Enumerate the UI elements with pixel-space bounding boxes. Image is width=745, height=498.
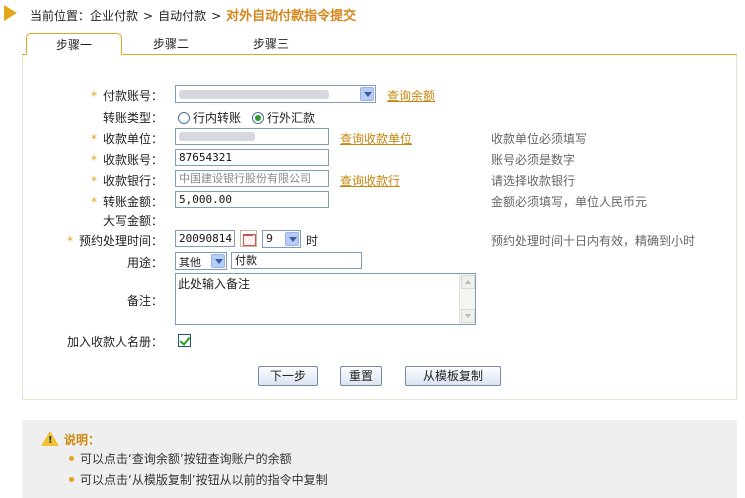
payee-bank-input[interactable]: 中国建设银行股份有限公司 — [175, 170, 329, 187]
hour-value: 9 — [266, 232, 273, 245]
chevron-down-icon[interactable] — [211, 254, 225, 268]
row-amount: * 转账金额： 5,000.00 金额必须填写，单位人民币元 — [0, 191, 745, 211]
row-payer-account: * 付款账号： 查询余额 — [0, 85, 745, 105]
breadcrumb-prefix: 当前位置： — [30, 9, 91, 23]
payer-account-select[interactable] — [175, 85, 376, 103]
breadcrumb-arrow-icon — [4, 5, 17, 21]
row-schedule: * 预约处理时间： 20090814 9 时 预约处理时间十日内有效，精确到小时 — [0, 230, 745, 250]
tab-step-1[interactable]: 步骤一 — [26, 33, 122, 55]
radio-internal-label: 行内转账 — [193, 111, 242, 125]
note-item: 可以点击‘查询余额’按钮查询账户的余额 — [69, 450, 292, 467]
scroll-down-icon[interactable] — [461, 309, 475, 323]
payee-name-label: 收款单位： — [102, 132, 163, 146]
scroll-up-icon[interactable] — [461, 275, 475, 289]
tab-step-3[interactable]: 步骤三 — [240, 33, 302, 55]
row-payee-account: * 收款账号： 87654321 账号必须是数字 — [0, 149, 745, 169]
warning-icon: ! — [41, 431, 59, 446]
note-text: 可以点击‘从模版复制’按钮从以前的指令中复制 — [80, 473, 328, 487]
payee-name-input[interactable] — [175, 128, 329, 145]
copy-from-template-button[interactable]: 从模板复制 — [405, 366, 501, 386]
payee-bank-hint: 请选择收款银行 — [491, 174, 576, 188]
page-title: 对外自动付款指令提交 — [226, 9, 357, 24]
note-item: 可以点击‘从模版复制’按钮从以前的指令中复制 — [69, 471, 328, 488]
row-payee-name: * 收款单位： 查询收款单位 收款单位必须填写 — [0, 128, 745, 148]
row-transfer-type: 转账类型： 行内转账 行外汇款 — [0, 107, 745, 127]
add-payee-label: 加入收款人名册： — [66, 335, 163, 349]
row-amount-upper: 大写金额： — [0, 210, 745, 230]
tab-step-2[interactable]: 步骤二 — [140, 33, 202, 55]
remark-textarea[interactable]: 此处输入备注 — [175, 273, 476, 325]
step-tabs: 步骤一 步骤二 步骤三 — [22, 33, 737, 55]
required-marker: * — [90, 153, 97, 167]
add-payee-checkbox[interactable] — [178, 334, 191, 347]
chevron-down-icon[interactable] — [285, 232, 299, 246]
schedule-label: 预约处理时间： — [78, 234, 163, 248]
payee-account-input[interactable]: 87654321 — [175, 149, 329, 166]
breadcrumb-separator: > — [211, 9, 222, 23]
required-marker: * — [90, 132, 97, 146]
bullet-icon — [69, 477, 74, 482]
query-payee-link[interactable]: 查询收款单位 — [340, 130, 412, 147]
required-marker: * — [90, 195, 97, 209]
transfer-type-label: 转账类型： — [102, 111, 163, 125]
blurred-account-value — [179, 90, 329, 99]
radio-button-selected[interactable] — [252, 112, 264, 124]
amount-hint: 金额必须填写，单位人民币元 — [491, 195, 648, 209]
required-marker: * — [66, 234, 73, 248]
payer-account-label: 付款账号： — [102, 89, 163, 103]
remark-label: 备注： — [126, 294, 163, 308]
radio-external-remittance[interactable]: 行外汇款 — [252, 109, 315, 126]
row-purpose: 用途： 其他 付款 — [0, 252, 745, 272]
blurred-payee-name — [179, 132, 255, 141]
notes-box: ! 说明： 可以点击‘查询余额’按钮查询账户的余额 可以点击‘从模版复制’按钮从… — [22, 420, 737, 498]
check-balance-link[interactable]: 查询余额 — [387, 87, 435, 104]
payee-account-label: 收款账号： — [102, 153, 163, 167]
radio-external-label: 行外汇款 — [267, 111, 316, 125]
radio-internal-transfer[interactable]: 行内转账 — [178, 109, 241, 126]
schedule-hour-select[interactable]: 9 — [262, 230, 301, 248]
payee-name-hint: 收款单位必须填写 — [491, 132, 588, 146]
note-text: 可以点击‘查询余额’按钮查询账户的余额 — [80, 452, 292, 466]
breadcrumb: 当前位置：企业付款 > 自动付款 > 对外自动付款指令提交 — [0, 0, 745, 26]
breadcrumb-separator: > — [143, 9, 154, 23]
schedule-hint: 预约处理时间十日内有效，精确到小时 — [491, 234, 696, 248]
purpose-select[interactable]: 其他 — [175, 252, 227, 270]
notes-title: 说明： — [64, 433, 101, 447]
purpose-select-value: 其他 — [179, 256, 201, 269]
purpose-label: 用途： — [126, 256, 163, 270]
schedule-date-input[interactable]: 20090814 — [175, 230, 235, 247]
query-payee-bank-link[interactable]: 查询收款行 — [340, 172, 400, 189]
next-step-button[interactable]: 下一步 — [258, 366, 318, 386]
breadcrumb-item-enterprise-payment[interactable]: 企业付款 — [90, 9, 138, 23]
payee-bank-label: 收款银行： — [102, 174, 163, 188]
payee-account-hint: 账号必须是数字 — [491, 153, 576, 167]
calendar-icon[interactable] — [240, 230, 257, 247]
required-marker: * — [90, 89, 97, 103]
radio-button[interactable] — [178, 112, 190, 124]
hour-unit: 时 — [306, 234, 319, 248]
chevron-down-icon[interactable] — [360, 87, 374, 101]
breadcrumb-item-auto-payment[interactable]: 自动付款 — [158, 9, 206, 23]
amount-label: 转账金额： — [102, 195, 163, 209]
amount-upper-label: 大写金额： — [102, 214, 163, 228]
purpose-input[interactable]: 付款 — [231, 252, 362, 269]
row-add-payee: 加入收款人名册： — [0, 331, 745, 351]
remark-text: 此处输入备注 — [178, 277, 251, 291]
required-marker: * — [90, 174, 97, 188]
reset-button[interactable]: 重置 — [340, 366, 382, 386]
row-payee-bank: * 收款银行： 中国建设银行股份有限公司 查询收款行 请选择收款银行 — [0, 170, 745, 190]
remark-scrollbar[interactable] — [459, 274, 475, 324]
bullet-icon — [69, 456, 74, 461]
amount-input[interactable]: 5,000.00 — [175, 191, 329, 208]
